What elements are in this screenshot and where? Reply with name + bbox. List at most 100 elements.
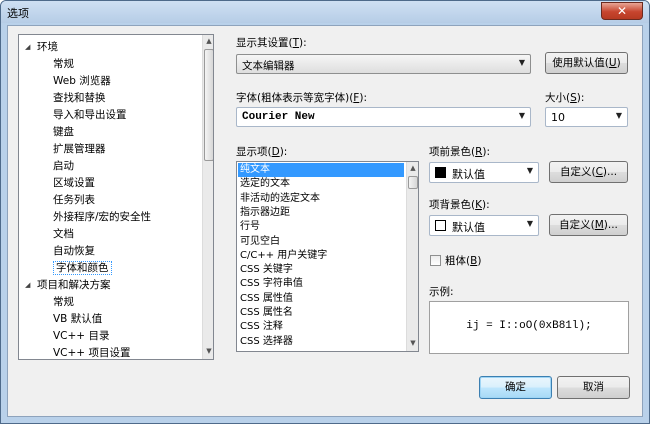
size-label: 大小(S): bbox=[545, 92, 585, 104]
tree-item-label: 区域设置 bbox=[53, 177, 95, 189]
tree-item[interactable]: 外接程序/宏的安全性 bbox=[53, 209, 151, 226]
chevron-down-icon: ▼ bbox=[526, 219, 533, 228]
background-custom-button[interactable]: 自定义(M)... bbox=[549, 214, 628, 236]
display-items-list[interactable]: 纯文本 选定的文本 非活动的选定文本 指示器边距 行号 可见空白 C/C++ 用户关键字 CS… bbox=[236, 161, 419, 352]
tree-item-label: 环境 bbox=[37, 41, 58, 53]
use-defaults-button[interactable]: 使用默认值(U) bbox=[545, 52, 628, 74]
tree-item[interactable]: 区域设置 bbox=[53, 175, 95, 192]
tree-scroll-thumb[interactable] bbox=[204, 49, 213, 161]
list-item[interactable]: 非活动的选定文本 bbox=[238, 192, 320, 206]
bold-checkbox[interactable] bbox=[430, 255, 441, 266]
tree-item-label: 导入和导出设置 bbox=[53, 109, 127, 121]
sample-text: ij = I::oO(0xB81l); bbox=[466, 320, 592, 332]
tree-item[interactable]: 常规 bbox=[53, 294, 74, 311]
tree-item[interactable]: VC++ 目录 bbox=[53, 328, 109, 345]
tree-item-label: VC++ 项目设置 bbox=[53, 347, 131, 359]
tree-item-label: 字体和颜色 bbox=[53, 261, 112, 275]
tree-item[interactable]: 启动 bbox=[53, 158, 74, 175]
tree-item[interactable]: 导入和导出设置 bbox=[53, 107, 127, 124]
list-item[interactable]: CSS 关键字 bbox=[238, 263, 293, 277]
title-bar[interactable]: 选项 ✕ bbox=[1, 1, 649, 23]
background-swatch bbox=[435, 220, 446, 231]
font-value: Courier New bbox=[242, 111, 315, 123]
tree-item[interactable]: 键盘 bbox=[53, 124, 74, 141]
cancel-button[interactable]: 取消 bbox=[557, 376, 630, 399]
tree-item[interactable]: Web 浏览器 bbox=[53, 73, 111, 90]
tree-item[interactable]: 常规 bbox=[53, 56, 74, 73]
font-label: 字体(粗体表示等宽字体)(F): bbox=[236, 92, 367, 104]
scroll-up-icon[interactable]: ▲ bbox=[407, 162, 418, 175]
foreground-custom-button[interactable]: 自定义(C)... bbox=[549, 161, 628, 183]
tree-item[interactable]: 项目和解决方案 bbox=[37, 277, 111, 294]
options-dialog: 选项 ✕ ◢ 环境 常规 Web 浏览器 查找和替换 导入和导出设置 键盘 扩展管理器 启动 区域… bbox=[0, 0, 650, 424]
chevron-down-icon: ▼ bbox=[518, 111, 525, 120]
list-item[interactable]: CSS 注释 bbox=[238, 320, 283, 334]
display-items-label: 显示项(D): bbox=[236, 146, 288, 158]
tree-item-label: 自动恢复 bbox=[53, 245, 95, 257]
tree-item[interactable]: 查找和替换 bbox=[53, 90, 106, 107]
list-scroll-thumb[interactable] bbox=[408, 176, 418, 189]
ok-button[interactable]: 确定 bbox=[479, 376, 552, 399]
tree-item[interactable]: 自动恢复 bbox=[53, 243, 95, 260]
show-settings-combo[interactable]: 文本编辑器 ▼ bbox=[236, 54, 531, 74]
list-item[interactable]: 纯文本 bbox=[238, 163, 404, 177]
scroll-up-icon[interactable]: ▲ bbox=[203, 35, 213, 48]
size-combo[interactable]: 10 ▼ bbox=[545, 107, 628, 127]
list-item[interactable]: 选定的文本 bbox=[238, 177, 290, 191]
foreground-swatch bbox=[435, 167, 446, 178]
options-tree[interactable]: ◢ 环境 常规 Web 浏览器 查找和替换 导入和导出设置 键盘 扩展管理器 启动 区域设置 任务列… bbox=[18, 34, 214, 360]
tree-item[interactable]: 环境 bbox=[37, 39, 58, 56]
tree-item-label: 常规 bbox=[53, 296, 74, 308]
list-item[interactable]: CSS 属性值 bbox=[238, 292, 293, 306]
show-settings-label: 显示其设置(T): bbox=[236, 37, 307, 49]
options-tree-items: ◢ 环境 常规 Web 浏览器 查找和替换 导入和导出设置 键盘 扩展管理器 启动 区域设置 任务列… bbox=[19, 35, 202, 359]
tree-item-label: 外接程序/宏的安全性 bbox=[53, 211, 152, 223]
background-value: 默认值 bbox=[452, 221, 485, 234]
tree-item[interactable]: VB 默认值 bbox=[53, 311, 102, 328]
show-settings-value: 文本编辑器 bbox=[242, 60, 295, 72]
chevron-down-icon: ▼ bbox=[526, 166, 533, 175]
close-icon: ✕ bbox=[616, 4, 628, 18]
font-combo[interactable]: Courier New ▼ bbox=[236, 107, 531, 127]
tree-scrollbar[interactable]: ▲ ▼ bbox=[202, 35, 213, 359]
tree-item-label: 任务列表 bbox=[53, 194, 95, 206]
foreground-combo[interactable]: 默认值 ▼ bbox=[429, 162, 539, 183]
tree-item[interactable]: 文档 bbox=[53, 226, 74, 243]
tree-item-label: 查找和替换 bbox=[53, 92, 106, 104]
list-item[interactable]: 可见空白 bbox=[238, 235, 280, 249]
tree-item-label: 启动 bbox=[53, 160, 74, 172]
sample-label: 示例: bbox=[429, 286, 454, 298]
scroll-down-icon[interactable]: ▼ bbox=[203, 345, 213, 358]
foreground-label: 项前景色(R): bbox=[429, 146, 491, 158]
dialog-client-area: ◢ 环境 常规 Web 浏览器 查找和替换 导入和导出设置 键盘 扩展管理器 启动 区域设置 任务列… bbox=[7, 25, 643, 417]
tree-item-label: 常规 bbox=[53, 58, 74, 70]
size-value: 10 bbox=[551, 111, 565, 124]
background-combo[interactable]: 默认值 ▼ bbox=[429, 215, 539, 236]
tree-item-label: VC++ 目录 bbox=[53, 330, 110, 342]
bold-label[interactable]: 粗体(B) bbox=[445, 253, 481, 268]
list-item[interactable]: CSS 字符串值 bbox=[238, 277, 303, 291]
list-item[interactable]: 指示器边距 bbox=[238, 206, 290, 220]
list-item[interactable]: C/C++ 用户关键字 bbox=[238, 249, 327, 263]
tree-item-label: 键盘 bbox=[53, 126, 74, 138]
tree-item-label: 项目和解决方案 bbox=[37, 279, 111, 291]
tree-item-label: VB 默认值 bbox=[53, 313, 103, 325]
tree-item-label: 文档 bbox=[53, 228, 74, 240]
list-scrollbar[interactable]: ▲ ▼ bbox=[406, 162, 418, 351]
close-button[interactable]: ✕ bbox=[601, 2, 643, 20]
window-title: 选项 bbox=[7, 7, 29, 20]
list-item[interactable]: CSS 选择器 bbox=[238, 335, 293, 349]
foreground-value: 默认值 bbox=[452, 168, 485, 181]
tree-item-label: 扩展管理器 bbox=[53, 143, 106, 155]
tree-item[interactable]: VC++ 项目设置 bbox=[53, 345, 131, 359]
chevron-down-icon: ▼ bbox=[615, 111, 622, 120]
expand-arrow-icon[interactable]: ◢ bbox=[25, 281, 34, 290]
expand-arrow-icon[interactable]: ◢ bbox=[25, 43, 34, 52]
tree-item[interactable]: 字体和颜色 bbox=[53, 260, 112, 277]
list-item[interactable]: CSS 属性名 bbox=[238, 306, 293, 320]
tree-item[interactable]: 任务列表 bbox=[53, 192, 95, 209]
tree-item[interactable]: 扩展管理器 bbox=[53, 141, 106, 158]
list-item[interactable]: 行号 bbox=[238, 220, 260, 234]
scroll-down-icon[interactable]: ▼ bbox=[407, 337, 418, 350]
tree-item-label: Web 浏览器 bbox=[53, 75, 111, 87]
